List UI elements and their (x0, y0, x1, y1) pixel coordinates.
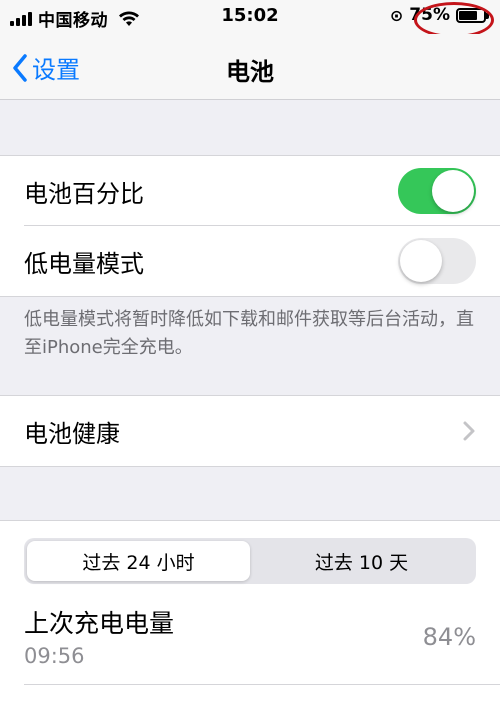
low-power-mode-toggle[interactable] (398, 238, 476, 284)
row-divider (24, 684, 500, 685)
battery-fill (459, 10, 477, 20)
status-bar: 中国移动 15:02 ⊙ 75% (0, 0, 500, 38)
battery-health-label: 电池健康 (24, 419, 120, 448)
time-range-segmented-control: 过去 24 小时 过去 10 天 (24, 538, 476, 584)
last-charge-time: 09:56 (24, 644, 85, 668)
rotation-lock-icon: ⊙ (389, 5, 404, 25)
battery-health-group: 电池健康 (0, 395, 500, 467)
battery-health-row[interactable]: 电池健康 (0, 396, 500, 466)
battery-percentage-row: 电池百分比 (0, 156, 500, 226)
battery-icon (456, 7, 489, 23)
segment-last-24-hours[interactable]: 过去 24 小时 (27, 541, 250, 581)
navigation-bar: 设置 电池 (0, 34, 500, 100)
battery-percentage-toggle[interactable] (398, 168, 476, 214)
toggle-knob (400, 240, 442, 282)
last-charge-label: 上次充电电量 (24, 609, 175, 638)
low-power-mode-label: 低电量模式 (24, 249, 144, 278)
battery-percentage-label: 电池百分比 (24, 179, 144, 208)
battery-percent: 75% (409, 5, 450, 25)
toggle-knob (432, 170, 474, 212)
status-right: ⊙ 75% (389, 5, 489, 25)
low-power-footnote: 低电量模式将暂时降低如下载和邮件获取等后台活动，直至iPhone完全充电。 (24, 309, 474, 358)
page-title: 电池 (226, 58, 274, 86)
battery-settings-group: 电池百分比 低电量模式 (0, 155, 500, 297)
last-charge-value: 84% (422, 623, 476, 651)
low-power-mode-row: 低电量模式 (0, 226, 500, 296)
segment-last-10-days[interactable]: 过去 10 天 (250, 541, 473, 581)
chevron-right-icon (463, 421, 475, 441)
